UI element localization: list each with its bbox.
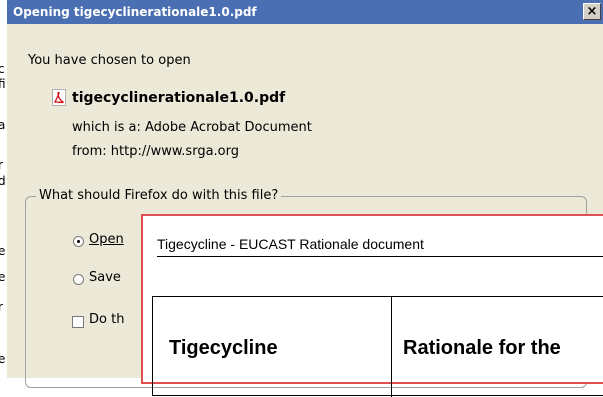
background-text: r — [0, 158, 3, 172]
pdf-file-icon — [52, 89, 66, 106]
background-text: e — [0, 244, 6, 258]
table-cell-drug: Tigecycline — [169, 337, 278, 359]
background-text: c — [0, 62, 5, 76]
background-text: d — [0, 174, 6, 188]
background-window: c fi a r d e e r e — [0, 0, 7, 378]
open-radio[interactable] — [73, 236, 84, 247]
table-cell-rationale: Rationale for the — [403, 337, 561, 359]
file-name: tigecyclinerationale1.0.pdf — [72, 90, 286, 106]
save-radio[interactable] — [73, 274, 84, 285]
action-question: What should Firefox do with this file? — [36, 188, 282, 203]
dialog-titlebar[interactable]: Opening tigecyclinerationale1.0.pdf × — [7, 0, 603, 24]
background-text: e — [0, 270, 6, 284]
table-divider — [391, 297, 392, 397]
remember-checkbox[interactable] — [72, 316, 84, 328]
intro-text: You have chosen to open — [28, 53, 191, 68]
remember-option-label[interactable]: Do th — [89, 312, 124, 327]
document-table: Tigecycline Rationale for the — [152, 296, 603, 397]
dialog-title: Opening tigecyclinerationale1.0.pdf — [13, 5, 257, 19]
background-text: e — [0, 352, 6, 366]
pdf-preview-overlay: Tigecycline - EUCAST Rationale document … — [141, 214, 603, 397]
document-header: Tigecycline - EUCAST Rationale document — [157, 236, 424, 252]
header-rule — [157, 256, 603, 257]
file-type-text: which is a: Adobe Acrobat Document — [72, 120, 312, 135]
background-text: fi — [0, 77, 6, 91]
open-option-label[interactable]: Open — [89, 232, 124, 247]
background-text: a — [0, 118, 6, 132]
background-text: r — [0, 300, 3, 314]
save-option-label[interactable]: Save — [89, 270, 121, 285]
close-button[interactable]: × — [583, 3, 601, 20]
radio-selected-dot — [77, 240, 80, 243]
file-source-text: from: http://www.srga.org — [72, 144, 239, 159]
